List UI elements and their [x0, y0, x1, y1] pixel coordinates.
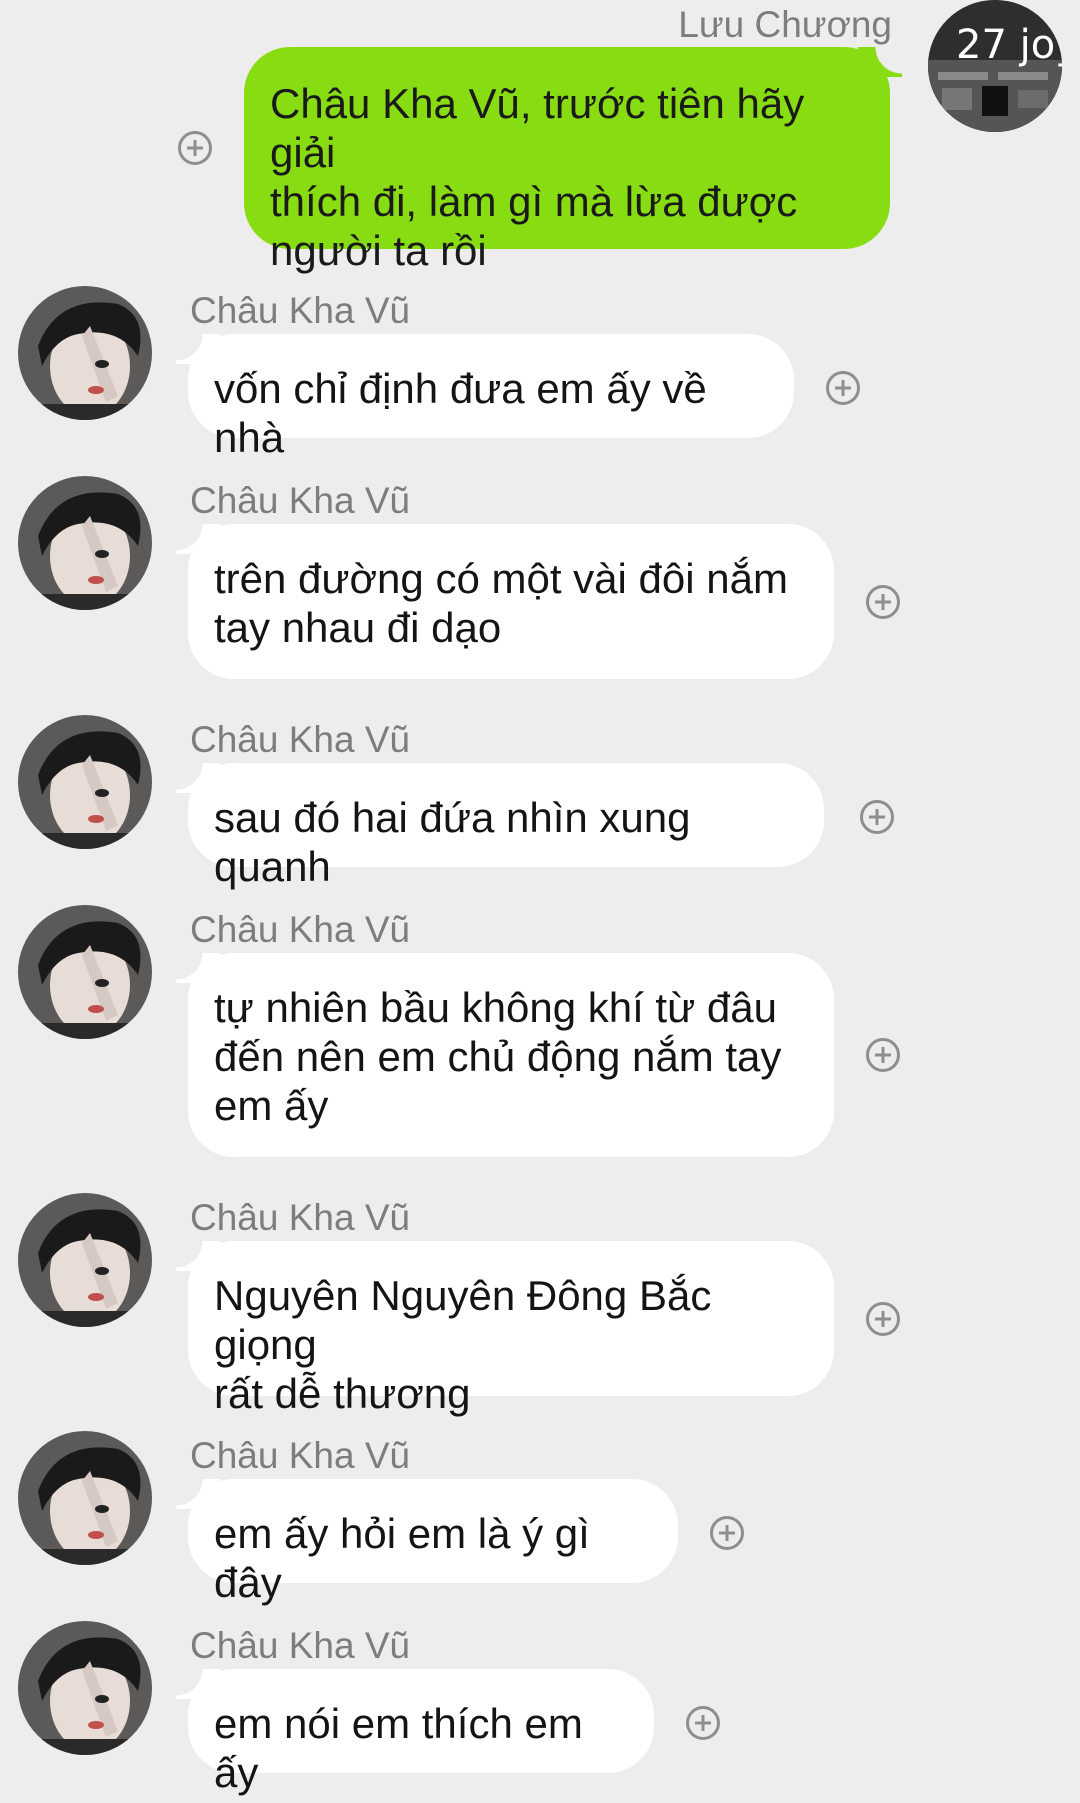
- message-bubble-incoming[interactable]: tự nhiên bầu không khí từ đâu đến nên em …: [176, 953, 834, 1157]
- message-line: em nói em thích em ấy: [214, 1700, 583, 1796]
- avatar-photo: [18, 286, 152, 420]
- add-icon[interactable]: [686, 1706, 720, 1740]
- message-line: Nguyên Nguyên Đông Bắc giọng: [214, 1272, 712, 1368]
- sender-name: Châu Kha Vũ: [190, 909, 411, 950]
- message-line: thích đi, làm gì mà lừa được: [270, 178, 798, 225]
- message-bubble-incoming[interactable]: trên đường có một vài đôi nắm tay nhau đi…: [176, 524, 834, 679]
- avatar-contact[interactable]: [18, 476, 152, 610]
- avatar-photo: [18, 905, 152, 1039]
- message-bubble-incoming[interactable]: em ấy hỏi em là ý gì đây: [176, 1479, 678, 1606]
- avatar-contact[interactable]: [18, 1431, 152, 1565]
- message-line: sau đó hai đứa nhìn xung quanh: [214, 794, 691, 890]
- avatar-photo: [18, 476, 152, 610]
- sender-name: Châu Kha Vũ: [190, 1625, 411, 1666]
- avatar-photo: [18, 1193, 152, 1327]
- sender-name: Châu Kha Vũ: [190, 480, 411, 521]
- message-line: trên đường có một vài đôi nắm: [214, 555, 788, 602]
- message-bubble-incoming[interactable]: Nguyên Nguyên Đông Bắc giọng rất dễ thươn…: [176, 1241, 834, 1417]
- message-line: em ấy: [214, 1082, 329, 1129]
- message-bubble-incoming[interactable]: em nói em thích em ấy: [176, 1669, 654, 1796]
- sender-name: Châu Kha Vũ: [190, 1197, 411, 1238]
- avatar-contact[interactable]: [18, 905, 152, 1039]
- message-bubble-incoming[interactable]: vốn chỉ định đưa em ấy về nhà: [176, 334, 794, 461]
- message-line: Châu Kha Vũ, trước tiên hãy giải: [270, 80, 805, 176]
- add-icon[interactable]: [866, 1302, 900, 1336]
- avatar-photo: [18, 715, 152, 849]
- message-line: đến nên em chủ động nắm tay: [214, 1033, 782, 1080]
- message-line: người ta rồi: [270, 227, 487, 274]
- avatar-photo: [18, 1431, 152, 1565]
- message-bubble-incoming[interactable]: sau đó hai đứa nhìn xung quanh: [176, 763, 824, 890]
- message-line: em ấy hỏi em là ý gì đây: [214, 1510, 590, 1606]
- add-icon[interactable]: [710, 1516, 744, 1550]
- avatar-contact[interactable]: [18, 1193, 152, 1327]
- message-line: tự nhiên bầu không khí từ đâu: [214, 984, 777, 1031]
- sender-name: Châu Kha Vũ: [190, 290, 411, 331]
- message-line: tay nhau đi dạo: [214, 604, 502, 651]
- sender-name-me: Lưu Chương: [678, 4, 892, 45]
- add-icon[interactable]: [826, 371, 860, 405]
- avatar-photo: [18, 1621, 152, 1755]
- message-bubble-outgoing[interactable]: Châu Kha Vũ, trước tiên hãy giải thích đ…: [244, 47, 902, 274]
- sender-name: Châu Kha Vũ: [190, 719, 411, 760]
- avatar-contact[interactable]: [18, 1621, 152, 1755]
- message-line: rất dễ thương: [214, 1370, 471, 1417]
- avatar-me-label: 27 joy: [956, 22, 1062, 68]
- sender-name: Châu Kha Vũ: [190, 1435, 411, 1476]
- add-icon[interactable]: [866, 585, 900, 619]
- avatar-me[interactable]: 27 joy: [928, 0, 1062, 132]
- add-icon[interactable]: [178, 131, 212, 165]
- avatar-contact[interactable]: [18, 715, 152, 849]
- avatar-contact[interactable]: [18, 286, 152, 420]
- message-line: vốn chỉ định đưa em ấy về nhà: [214, 365, 707, 461]
- add-icon[interactable]: [866, 1038, 900, 1072]
- add-icon[interactable]: [860, 800, 894, 834]
